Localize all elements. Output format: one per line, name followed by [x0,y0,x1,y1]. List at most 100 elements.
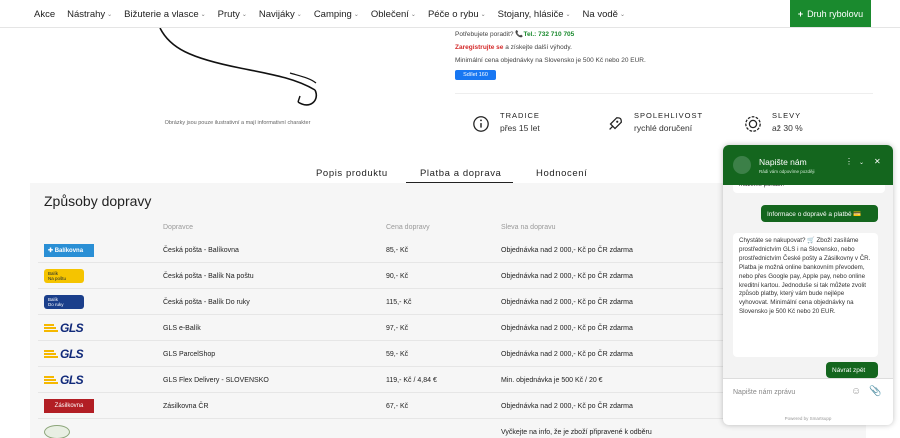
top-navigation: Akce Nástrahy ⌄ Bižuterie a vlasce ⌄ Pruty ⌄ Na… [0,0,900,28]
chevron-down-icon: ⌄ [353,11,359,18]
table-row: Balík Do ruky Česká pošta - Balík Do ruky 1… [38,289,728,315]
nav-item-label: Akce [34,8,56,20]
minimize-icon[interactable]: ⌄ [859,159,864,166]
chat-input[interactable]: Napište nám zprávu [733,389,795,396]
nav-item-label: Camping [313,8,352,20]
shipping-price: 90,- Kč [386,272,409,280]
header-price: Cena dopravy [386,224,430,231]
logo-cell: Balík Na poštu [44,269,84,283]
carrier-name: Česká pošta - Balíkovna [163,246,239,254]
shipping-discount: Objednávka nad 2 000,- Kč po ČR zdarma [501,350,633,358]
shipping-price: 115,- Kč [386,298,412,306]
register-link[interactable]: Zaregistrujte se [455,44,503,51]
carrier-name: Zásilkovna ČR [163,402,209,410]
balikovna-logo: ✚ Balíkovna [44,243,94,257]
more-icon[interactable]: ⋮ [845,157,853,166]
shipping-title: Způsoby dopravy [44,193,152,209]
chat-avatar [733,156,751,174]
plus-icon: + [797,8,804,19]
nav-item[interactable]: Pruty ⌄ [218,9,247,20]
table-row: Balík Na poštu Česká pošta - Balík Na pošt… [38,263,728,289]
logo-cell: GLS [44,347,96,361]
emoji-icon[interactable]: ☺ [851,386,863,398]
carrier-name: Česká pošta - Balík Na poštu [163,272,254,280]
feature-title: SLEVY [772,111,802,120]
chat-message-bot: můžeme poradit? [733,185,885,193]
carrier-name: Česká pošta - Balík Do ruky [163,298,250,306]
tab-payment-shipping[interactable]: Platba a doprava [420,168,501,179]
percent-badge-icon [745,116,761,132]
info-icon [473,116,489,132]
chat-input-bar: Napište nám zprávu ☺ 📎 [723,378,893,412]
chevron-down-icon: ⌄ [296,11,302,18]
phone-link[interactable]: 📞Tel.: 732 710 705 [515,31,574,38]
tab-reviews[interactable]: Hodnocení [536,168,587,179]
nav-item[interactable]: Navijáky ⌄ [259,9,302,20]
chevron-down-icon: ⌄ [410,11,416,18]
logo-cell: ✚ Balíkovna [44,243,94,257]
chat-widget: Napište nám Rádi vám odpovíme později ⋮ … [723,145,893,425]
nav-item-label: Bižuterie a vlasce [124,8,199,20]
image-caption: Obrázky jsou pouze ilustrativní a mají i… [164,120,311,126]
shipping-price: 85,- Kč [386,246,409,254]
shipping-price: 119,- Kč / 4,84 € [386,376,437,384]
logo-cell: Balík Do ruky [44,295,84,309]
nav-item[interactable]: Camping ⌄ [314,9,359,20]
ceska-posta-logo: Balík Na poštu [44,269,84,283]
register-rest: a získejte další výhody. [505,44,572,51]
gls-logo: GLS [44,347,96,361]
shipping-price: 67,- Kč [386,402,409,410]
product-image [159,28,317,106]
chat-message-user[interactable]: Návrat zpět [826,362,878,378]
shipping-price: 59,- Kč [386,350,409,358]
nav-item-label: Navijáky [258,8,295,20]
chat-header: Napište nám Rádi vám odpovíme později ⋮ … [723,145,893,185]
shipping-price: 97,- Kč [386,324,409,332]
header-carrier: Dopravce [163,224,193,231]
table-row: GLS GLS Flex Delivery - SLOVENSKO 119,- Kč… [38,367,728,393]
nav-item-label: Na vodě [582,8,618,20]
nav-item[interactable]: Stojany, hlásiče ⌄ [498,9,571,20]
carrier-name: GLS Flex Delivery - SLOVENSKO [163,376,269,384]
facebook-share-button[interactable]: Sdílet 160 [455,70,496,80]
table-row: Vyčkejte na info, že je zboží připravené… [38,419,728,438]
gls-logo: GLS [44,373,96,387]
nav-item[interactable]: Oblečení ⌄ [371,9,416,20]
table-row: GLS GLS e-Balík 97,- Kč Objednávka nad 2 00… [38,315,728,341]
feature-subtitle: rychlé doručení [634,123,693,133]
chat-title: Napište nám [759,157,807,167]
nav-item-label: Nástrahy [67,8,106,20]
nav-item[interactable]: Akce [34,9,55,20]
shipping-discount: Objednávka nad 2 000,- Kč po ČR zdarma [501,324,633,332]
nav-item-label: Péče o rybu [427,8,479,20]
min-order-text: Minimální cena objednávky na Slovensko j… [455,57,646,64]
feature-title: TRADICE [500,111,540,120]
feature-reliability: SPOLEHLIVOST rychlé doručení [606,111,703,133]
nav-item[interactable]: Bižuterie a vlasce ⌄ [124,9,205,20]
shipping-discount: Objednávka nad 2 000,- Kč po ČR zdarma [501,298,633,306]
chat-messages[interactable]: můžeme poradit? Informace o dopravě a pl… [723,185,893,378]
chat-subtitle: Rádi vám odpovíme později [759,169,815,174]
chevron-down-icon: ⌄ [565,11,571,18]
logo-cell: Zásilkovna [44,399,94,413]
nav-item[interactable]: Na vodě ⌄ [583,9,625,20]
chevron-down-icon: ⌄ [241,11,247,18]
tab-product-description[interactable]: Popis produktu [316,168,388,179]
chevron-down-icon: ⌄ [480,11,486,18]
logo-cell: GLS [44,373,96,387]
feature-tradition: TRADICE přes 15 let [472,111,540,133]
attachment-icon[interactable]: 📎 [869,386,881,398]
table-row: GLS GLS ParcelShop 59,- Kč Objednávka nad 2… [38,341,728,367]
phone-number: Tel.: 732 710 705 [523,31,575,38]
purchase-info: Potřebujete poradit? 📞Tel.: 732 710 705 … [455,28,646,67]
close-icon[interactable]: ✕ [874,157,881,166]
feature-title: SPOLEHLIVOST [634,111,704,120]
nav-item[interactable]: Péče o rybu ⌄ [428,9,486,20]
fishing-type-button[interactable]: + Druh rybolovu [790,0,871,27]
shipping-discount: Objednávka nad 2 000,- Kč po ČR zdarma [501,246,633,254]
advice-text: Potřebujete poradit? [455,31,514,38]
divider [455,93,873,94]
nav-item[interactable]: Nástrahy ⌄ [67,9,112,20]
chevron-down-icon: ⌄ [619,11,625,18]
table-row: ✚ Balíkovna Česká pošta - Balíkovna 85,- K… [38,237,728,263]
